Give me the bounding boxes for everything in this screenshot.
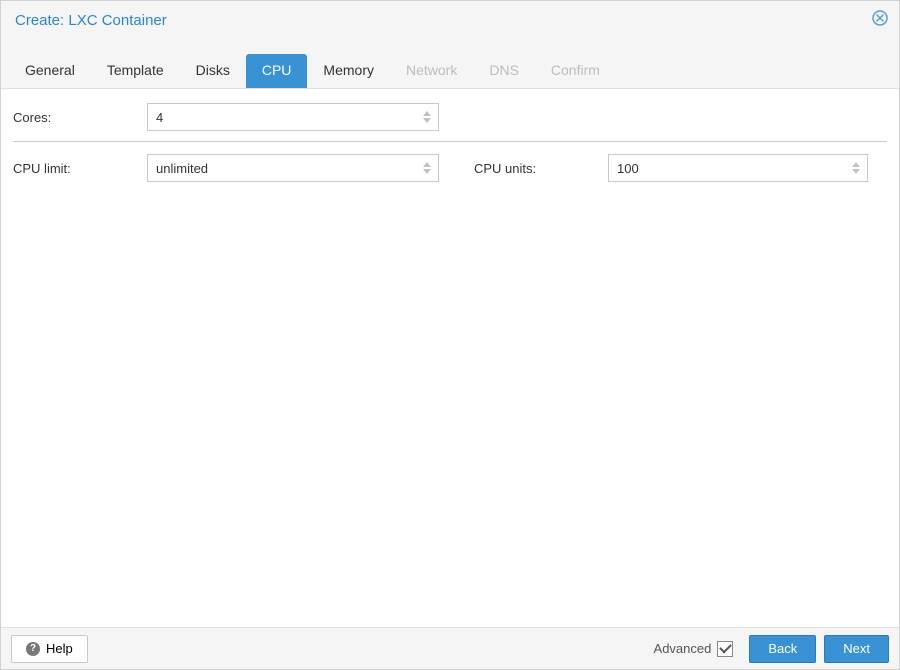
wizard-tabs: General Template Disks CPU Memory Networ…: [1, 54, 624, 88]
cpu-panel: Cores: CPU limit:: [1, 89, 899, 627]
chevron-down-icon: [423, 169, 431, 174]
advanced-toggle[interactable]: Advanced: [654, 641, 734, 657]
cpu-limit-input[interactable]: [147, 154, 439, 182]
tab-network: Network: [390, 54, 473, 88]
chevron-up-icon: [852, 162, 860, 167]
advanced-label: Advanced: [654, 641, 712, 656]
dialog-footer: ? Help Advanced Back Next: [1, 627, 899, 669]
cpu-limit-label: CPU limit:: [13, 161, 147, 176]
cpu-units-label: CPU units:: [474, 161, 608, 176]
tab-memory[interactable]: Memory: [307, 54, 390, 88]
chevron-up-icon: [423, 111, 431, 116]
chevron-up-icon: [423, 162, 431, 167]
chevron-down-icon: [852, 169, 860, 174]
chevron-down-icon: [423, 118, 431, 123]
help-icon: ?: [26, 642, 40, 656]
tab-general[interactable]: General: [9, 54, 91, 88]
help-label: Help: [46, 641, 73, 656]
cores-field: Cores:: [13, 103, 450, 131]
close-button[interactable]: [871, 9, 889, 27]
advanced-checkbox[interactable]: [717, 641, 733, 657]
cpu-units-input[interactable]: [608, 154, 868, 182]
next-button[interactable]: Next: [824, 635, 889, 663]
help-button[interactable]: ? Help: [11, 635, 88, 663]
cores-stepper[interactable]: [419, 106, 435, 128]
close-icon: [872, 10, 888, 26]
cpu-limit-stepper[interactable]: [419, 157, 435, 179]
tab-disks[interactable]: Disks: [180, 54, 246, 88]
divider: [13, 141, 887, 142]
cores-input[interactable]: [147, 103, 439, 131]
cpu-units-field: CPU units:: [450, 154, 887, 182]
cpu-limit-field: CPU limit:: [13, 154, 450, 182]
tab-template[interactable]: Template: [91, 54, 180, 88]
dialog-title: Create: LXC Container: [1, 1, 899, 29]
tab-dns: DNS: [473, 54, 535, 88]
tab-cpu[interactable]: CPU: [246, 54, 308, 88]
cpu-units-stepper[interactable]: [848, 157, 864, 179]
back-button[interactable]: Back: [749, 635, 816, 663]
dialog-header: Create: LXC Container General Template D…: [1, 1, 899, 89]
tab-confirm: Confirm: [535, 54, 616, 88]
cores-label: Cores:: [13, 110, 147, 125]
